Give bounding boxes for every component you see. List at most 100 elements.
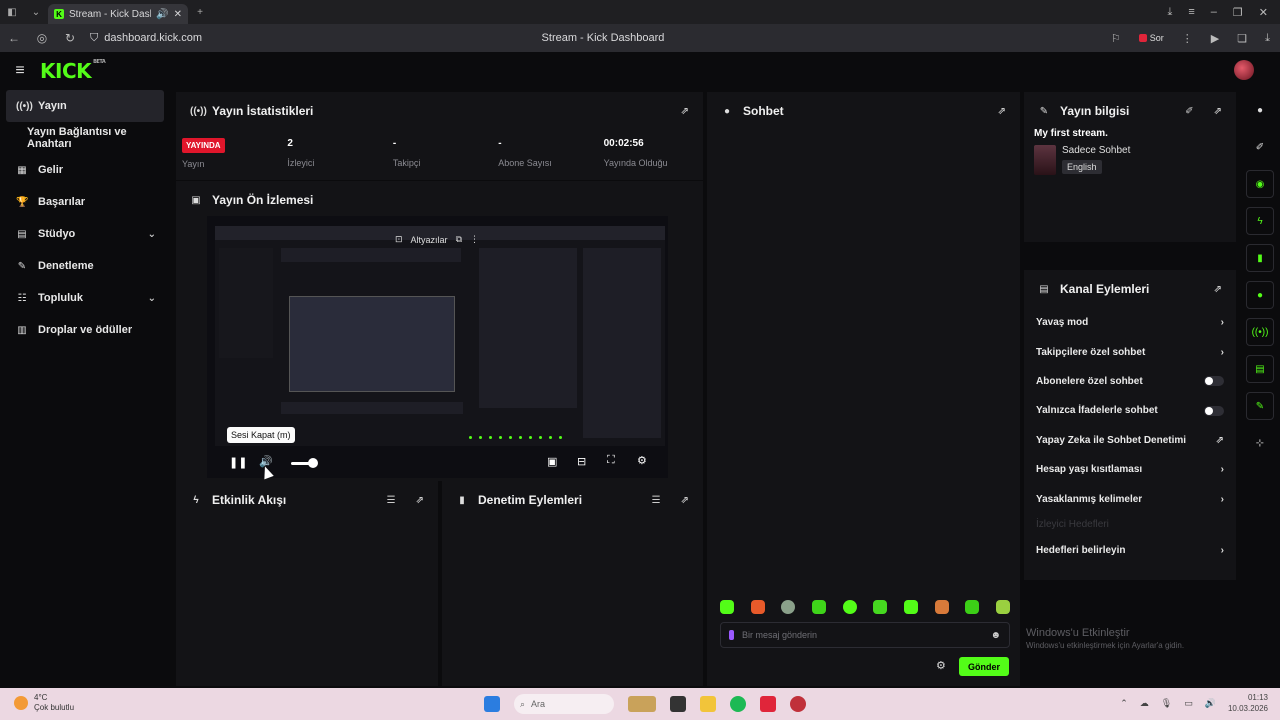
settings-gear-icon[interactable]: ⚙ bbox=[637, 454, 647, 467]
clock[interactable]: 01:13 10.03.2026 bbox=[1228, 692, 1268, 714]
tab-audio-icon[interactable]: 🔊 bbox=[156, 9, 168, 20]
action-account-age[interactable]: Hesap yaşı kısıtlaması › bbox=[1024, 455, 1236, 484]
browser-tab[interactable]: K Stream - Kick Dashb 🔊 ✕ bbox=[48, 4, 188, 24]
log-icon[interactable]: ▮ bbox=[1246, 244, 1274, 272]
emote-icon[interactable] bbox=[842, 600, 857, 614]
action-banned-words[interactable]: Yasaklanmış kelimeler › bbox=[1024, 484, 1236, 513]
popout-icon[interactable]: ⇗ bbox=[1214, 106, 1222, 117]
vpn-icon[interactable]: ◎ bbox=[28, 31, 56, 45]
display-icon[interactable]: ▭ bbox=[1184, 698, 1193, 709]
minimize-button[interactable]: – bbox=[1211, 6, 1217, 19]
subscribers-only-toggle[interactable] bbox=[1204, 376, 1224, 387]
action-followers-only[interactable]: Takipçilere özel sohbet › bbox=[1024, 337, 1236, 366]
pip-icon[interactable]: ⧉ bbox=[456, 234, 462, 245]
emote-icon[interactable] bbox=[781, 600, 796, 614]
sidebar-item-stream-key[interactable]: Yayın Bağlantısı ve Anahtarı bbox=[0, 122, 170, 154]
new-tab-button[interactable]: + bbox=[188, 0, 212, 24]
viewer-goals-heading: İzleyici Hedefleri bbox=[1024, 514, 1236, 536]
maximize-button[interactable]: ❐ bbox=[1233, 6, 1243, 19]
url-field[interactable]: ⛉ dashboard.kick.com bbox=[90, 32, 202, 45]
add-widget-icon[interactable]: ⊹ bbox=[1246, 429, 1274, 457]
chevron-down-icon: ⌄ bbox=[147, 292, 156, 304]
emoji-icon[interactable]: ☻ bbox=[990, 630, 1001, 641]
clip-icon[interactable]: ▣ bbox=[547, 455, 557, 468]
user-avatar[interactable] bbox=[1234, 60, 1254, 80]
tab-close-icon[interactable]: ✕ bbox=[174, 9, 182, 20]
emote-icon[interactable] bbox=[934, 600, 949, 614]
filter-icon[interactable]: ☰ bbox=[387, 495, 396, 506]
emote-icon[interactable] bbox=[965, 600, 980, 614]
close-window-button[interactable]: ✕ bbox=[1259, 6, 1268, 19]
spotify-icon[interactable] bbox=[730, 696, 746, 712]
popout-icon[interactable]: ⇗ bbox=[416, 495, 424, 506]
sidebar-item-moderation[interactable]: ✎ Denetleme bbox=[0, 250, 170, 282]
kick-logo[interactable]: KICK BETA bbox=[40, 59, 106, 83]
subtitles-label[interactable]: Altyazılar bbox=[411, 235, 448, 245]
file-explorer-icon[interactable] bbox=[700, 696, 716, 712]
popout-icon[interactable]: ⇗ bbox=[681, 106, 689, 117]
info-icon[interactable]: ● bbox=[1246, 96, 1274, 124]
back-icon[interactable]: ← bbox=[0, 31, 28, 45]
pause-icon[interactable]: ❚❚ bbox=[229, 456, 247, 469]
fullscreen-icon[interactable]: ⛶ bbox=[607, 454, 615, 467]
tab-list-icon[interactable]: ⌄ bbox=[24, 0, 48, 24]
more-icon[interactable]: ⋮ bbox=[470, 234, 479, 245]
emote-icon[interactable] bbox=[995, 600, 1010, 614]
emote-icon[interactable] bbox=[873, 600, 888, 614]
emotes-only-toggle[interactable] bbox=[1204, 405, 1224, 416]
bookmark-icon[interactable]: ⚐ bbox=[1111, 32, 1121, 45]
extensions-icon[interactable]: ❏ bbox=[1237, 32, 1247, 45]
camera-icon[interactable]: ◉ bbox=[1246, 170, 1274, 198]
filter-icon[interactable]: ☰ bbox=[652, 495, 661, 506]
weather-widget[interactable]: 4°C Çok bulutlu bbox=[14, 693, 74, 713]
emote-icon[interactable] bbox=[903, 600, 918, 614]
theater-icon[interactable]: ⊟ bbox=[577, 455, 586, 468]
action-set-goals[interactable]: Hedefleri belirleyin › bbox=[1024, 536, 1236, 565]
subtitles-icon[interactable]: ⊡ bbox=[395, 234, 403, 245]
emote-icon[interactable] bbox=[720, 600, 734, 614]
yandex-browser-icon[interactable] bbox=[760, 696, 776, 712]
edit-icon[interactable]: ✐ bbox=[1185, 106, 1193, 117]
sidebar-item-revenue[interactable]: ▦ Gelir bbox=[0, 154, 170, 186]
chat-settings-icon[interactable]: ⚙ bbox=[936, 659, 946, 672]
sidebar-item-drops[interactable]: ▥ Droplar ve ödüller bbox=[0, 314, 170, 346]
sidebar-item-community[interactable]: ☷ Topluluk ⌄ bbox=[0, 282, 170, 314]
broadcast-icon[interactable]: ((•)) bbox=[1246, 318, 1274, 346]
channel-icon[interactable]: ▤ bbox=[1246, 355, 1274, 383]
sidebar-item-achievements[interactable]: 🏆 Başarılar bbox=[0, 186, 170, 218]
popout-icon[interactable]: ⇗ bbox=[998, 106, 1006, 117]
volume-knob[interactable] bbox=[308, 458, 318, 468]
action-ai-moderation[interactable]: Yapay Zeka ile Sohbet Denetimi ⇗ bbox=[1024, 426, 1236, 455]
speaker-icon[interactable]: 🔊 bbox=[1205, 698, 1216, 709]
ask-ai-button[interactable]: Sor bbox=[1138, 33, 1164, 43]
edit-icon[interactable]: ✐ bbox=[1246, 133, 1274, 161]
more-icon[interactable]: ⋮ bbox=[1182, 32, 1193, 45]
download-icon[interactable]: ⤓ bbox=[1167, 6, 1172, 19]
action-slow-mode[interactable]: Yavaş mod › bbox=[1024, 308, 1236, 337]
send-button[interactable]: Gönder bbox=[959, 657, 1009, 676]
tray-overflow-icon[interactable]: ⌃ bbox=[1120, 698, 1128, 709]
obs-icon[interactable] bbox=[790, 696, 806, 712]
start-menu-icon[interactable] bbox=[484, 696, 500, 712]
wrench-icon[interactable]: ✎ bbox=[1246, 392, 1274, 420]
popout-icon[interactable]: ⇗ bbox=[681, 495, 689, 506]
microphone-icon[interactable]: 🎙 bbox=[1161, 698, 1172, 709]
taskbar-search[interactable]: ⌕ Ara bbox=[514, 694, 614, 714]
sidebar-item-studio[interactable]: ▤ Stüdyo ⌄ bbox=[0, 218, 170, 250]
browser-settings-icon[interactable]: ≡ bbox=[1188, 6, 1194, 19]
emote-icon[interactable] bbox=[811, 600, 826, 614]
player-icon[interactable]: ▶ bbox=[1211, 32, 1219, 45]
sidebar-item-stream[interactable]: ((•)) Yayın bbox=[6, 90, 164, 122]
hamburger-menu-icon[interactable]: ≡ bbox=[0, 62, 40, 80]
network-icon[interactable]: ☁ bbox=[1140, 698, 1149, 709]
widget-icon[interactable] bbox=[628, 696, 656, 712]
downloads-icon[interactable]: ⤓ bbox=[1265, 32, 1270, 45]
browser-menu-icon[interactable]: ◧ bbox=[0, 0, 24, 24]
chat-icon[interactable]: ● bbox=[1246, 281, 1274, 309]
reload-icon[interactable]: ↻ bbox=[56, 31, 84, 45]
lightning-icon[interactable]: ϟ bbox=[1246, 207, 1274, 235]
emote-icon[interactable] bbox=[750, 600, 765, 614]
chat-message-input[interactable]: Bir mesaj gönderin ☻ bbox=[720, 622, 1010, 648]
popout-icon[interactable]: ⇗ bbox=[1214, 284, 1222, 295]
task-view-icon[interactable] bbox=[670, 696, 686, 712]
